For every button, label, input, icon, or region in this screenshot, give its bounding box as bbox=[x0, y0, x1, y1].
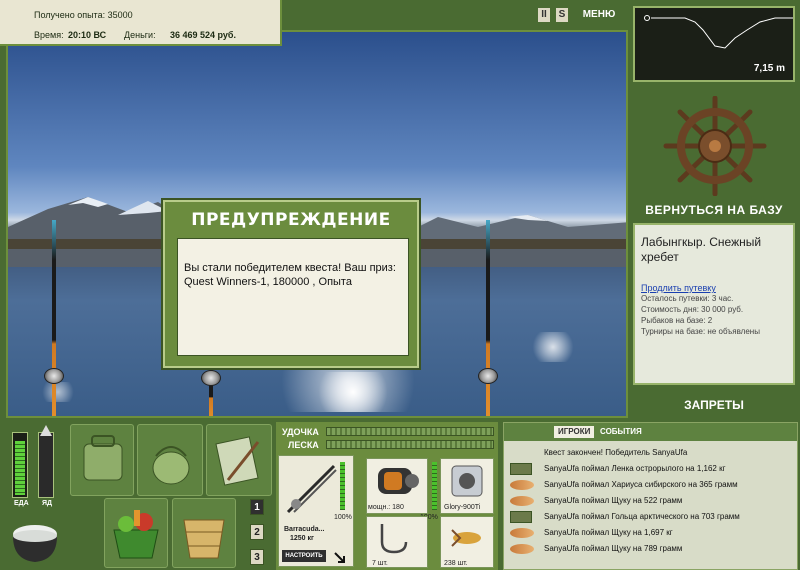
exp-label: Получено опыта: bbox=[34, 10, 106, 20]
arrow-down-right-icon bbox=[334, 552, 345, 563]
net-bag-icon bbox=[152, 446, 190, 485]
line-name: Glory-900Ti bbox=[444, 504, 481, 511]
chat-message-text: SanyaUfa поймал Щуку на 522 грамм bbox=[544, 496, 683, 505]
setup-button[interactable]: НАСТРОИТЬ bbox=[282, 550, 326, 562]
dialog-title: ПРЕДУПРЕЖДЕНИЕ bbox=[191, 210, 391, 230]
chat-message: SanyaUfa поймал Гольца арктического на 7… bbox=[508, 509, 795, 525]
depth-value: 7,15 m bbox=[753, 63, 785, 74]
slot-number-3[interactable]: 3 bbox=[250, 549, 264, 565]
reel-power: мощн.: 180 bbox=[368, 504, 404, 511]
reel-health-gauge bbox=[432, 462, 437, 510]
hook-count: 7 шт. bbox=[372, 560, 388, 567]
yd-label: ЯД bbox=[42, 500, 53, 507]
menu-button[interactable]: МЕНЮ bbox=[578, 8, 620, 22]
rod-name: Barracuda... bbox=[284, 526, 325, 533]
money-label: Деньги: bbox=[124, 30, 156, 40]
chat-messages: Квест закончен! Победитель SanyaUfa Sanya… bbox=[508, 445, 795, 557]
exp-row: Получено опыта: 35000 bbox=[34, 10, 133, 20]
location-panel: Лабынгкыр. Снежный хребет Продлить путев… bbox=[633, 223, 795, 385]
chat-message-text: SanyaUfa поймал Щуку на 1,697 кг bbox=[544, 528, 673, 537]
fish-icon bbox=[510, 496, 534, 506]
return-base-button[interactable]: ВЕРНУТЬСЯ НА БАЗУ bbox=[633, 203, 795, 219]
chat-message-text: SanyaUfa поймал Хариуса сибирского на 36… bbox=[544, 480, 738, 489]
tournaments-status: Турниры на базе: не объявлены bbox=[641, 327, 760, 336]
chat-panel: ИГРОКИ СОБЫТИЯ Квест закончен! Победител… bbox=[503, 422, 798, 570]
tab-events[interactable]: СОБЫТИЯ bbox=[596, 426, 646, 438]
bucket-icon bbox=[183, 519, 225, 559]
pen-notebook-icon bbox=[215, 436, 260, 486]
info-panel: Получено опыта: 35000 Время: 20:10 ВС Де… bbox=[0, 0, 282, 46]
slot-number-2[interactable]: 2 bbox=[250, 524, 264, 540]
rod-tension-label: УДОЧКА bbox=[282, 427, 319, 437]
map-icon bbox=[510, 511, 532, 523]
slot-number-1[interactable]: 1 bbox=[250, 499, 264, 515]
chat-message: Квест закончен! Победитель SanyaUfa bbox=[508, 445, 795, 461]
day-cost: Стоимость дня: 30 000 руб. bbox=[641, 305, 744, 314]
chat-message: SanyaUfa поймал Щуку на 1,697 кг bbox=[508, 525, 795, 541]
dialog-message: Вы стали победителем квеста! Ваш приз: Q… bbox=[177, 238, 409, 356]
rod-tension-bar bbox=[326, 427, 494, 436]
rod-pct: 100% bbox=[334, 514, 352, 521]
reel-right-icon bbox=[478, 368, 498, 384]
tab-players[interactable]: ИГРОКИ bbox=[554, 426, 595, 438]
line-spool-icon bbox=[451, 465, 483, 497]
chat-message-text: SanyaUfa поймал Щуку на 789 грамм bbox=[544, 544, 683, 553]
time-value: 20:10 ВС bbox=[68, 30, 107, 40]
lure-count: 238 шт. bbox=[444, 560, 468, 567]
cauldron-icon[interactable] bbox=[8, 512, 62, 566]
reel-middle-icon bbox=[201, 370, 221, 386]
money-value: 36 469 524 руб. bbox=[170, 30, 236, 40]
rod-health-gauge bbox=[340, 462, 345, 510]
chat-message: SanyaUfa поймал Ленка острорылого на 1,1… bbox=[508, 461, 795, 477]
vegetable-basket-icon bbox=[113, 510, 159, 559]
fish-icon bbox=[510, 544, 534, 554]
s-button[interactable]: S bbox=[556, 8, 568, 22]
reel-icon bbox=[378, 468, 419, 494]
ticket-remaining: Осталось путевки: 3 час. bbox=[641, 294, 734, 303]
rod-weight: 1250 кг bbox=[290, 535, 314, 542]
chat-message: SanyaUfa поймал Хариуса сибирского на 36… bbox=[508, 477, 795, 493]
reel-left-icon bbox=[44, 368, 64, 384]
bans-button[interactable]: ЗАПРЕТЫ bbox=[633, 398, 795, 414]
lure-icon bbox=[451, 529, 481, 547]
food-gauge bbox=[12, 432, 28, 498]
rod-right[interactable] bbox=[486, 220, 490, 416]
chat-tabs: ИГРОКИ СОБЫТИЯ bbox=[504, 423, 797, 441]
chat-message: SanyaUfa поймал Щуку на 789 грамм bbox=[508, 541, 795, 557]
hook-icon bbox=[380, 524, 408, 554]
extend-ticket-link[interactable]: Продлить путевку bbox=[641, 283, 787, 293]
chat-message: SanyaUfa поймал Щуку на 522 грамм bbox=[508, 493, 795, 509]
fish-icon bbox=[510, 528, 534, 538]
depth-map: 7,15 m bbox=[633, 6, 795, 82]
rod-icon bbox=[286, 464, 337, 514]
fish-icon bbox=[510, 480, 534, 490]
rod-left[interactable] bbox=[52, 220, 56, 416]
yd-gauge bbox=[38, 425, 54, 498]
pause-button[interactable]: II bbox=[538, 8, 550, 22]
location-title: Лабынгкыр. Снежный хребет bbox=[641, 235, 762, 264]
chat-message-text: Квест закончен! Победитель SanyaUfa bbox=[544, 448, 688, 457]
line-tension-label: ЛЕСКА bbox=[288, 440, 319, 450]
food-label: ЕДА bbox=[14, 500, 29, 507]
ship-wheel-icon[interactable] bbox=[660, 96, 770, 196]
anglers-count: Рыбаков на базе: 2 bbox=[641, 316, 713, 325]
food-gauge-fill bbox=[15, 440, 25, 495]
chat-message-text: SanyaUfa поймал Ленка острорылого на 1,1… bbox=[544, 464, 726, 473]
warning-dialog: ПРЕДУПРЕЖДЕНИЕ Вы стали победителем квес… bbox=[163, 200, 419, 368]
map-icon bbox=[510, 463, 532, 475]
exp-value: 35000 bbox=[107, 10, 133, 20]
tackle-bag-icon bbox=[83, 435, 123, 481]
line-tension-bar bbox=[326, 440, 494, 449]
time-label: Время: bbox=[34, 30, 64, 40]
arrow-up-icon bbox=[40, 425, 52, 436]
chat-message-text: SanyaUfa поймал Гольца арктического на 7… bbox=[544, 512, 740, 521]
